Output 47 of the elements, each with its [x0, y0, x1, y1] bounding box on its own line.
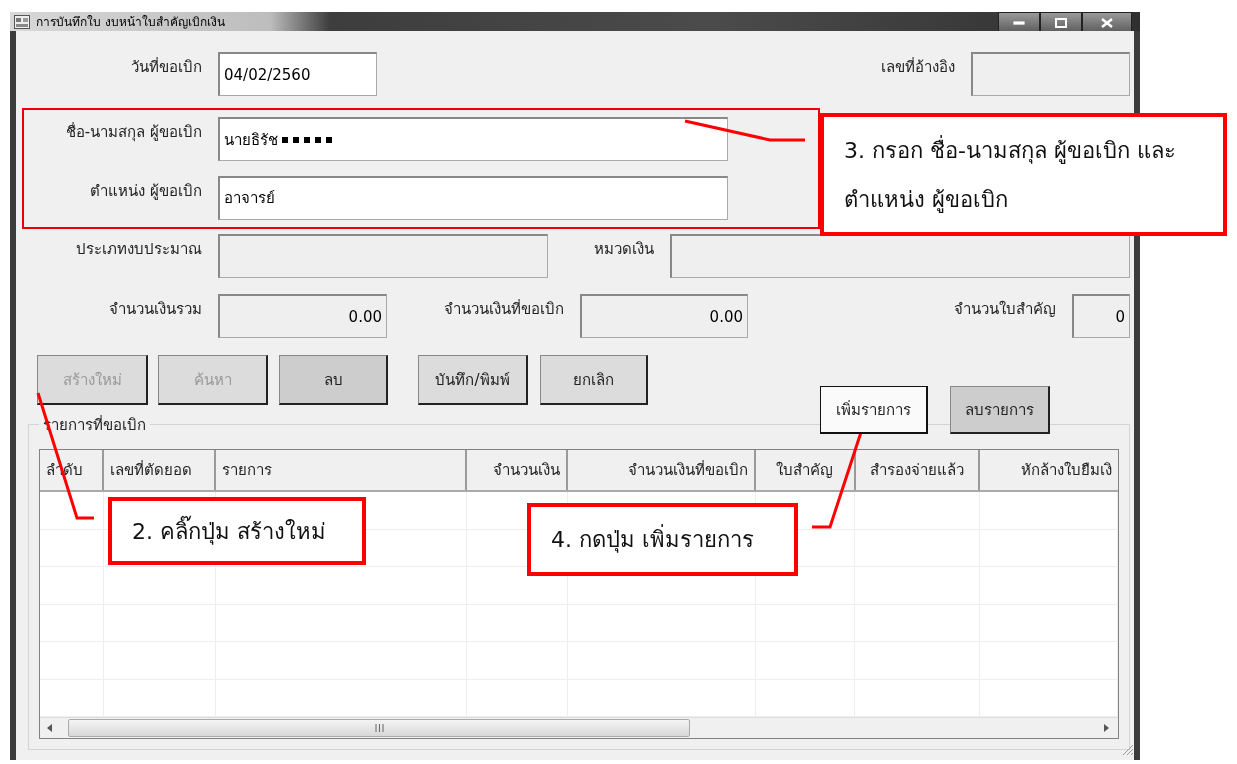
remove-item-button[interactable]: ลบรายการ [950, 386, 1050, 434]
field-label: วันที่ขอเบิก [130, 56, 203, 78]
column-header[interactable]: ใบสำคัญ [755, 450, 856, 490]
close-button[interactable] [1082, 12, 1132, 34]
budget-type-field[interactable] [218, 234, 548, 278]
field-label: จำนวนใบสำคัญ [953, 299, 1057, 320]
column-header[interactable]: หักล้างใบยืมเงิ [980, 450, 1118, 490]
requested-amount-field[interactable]: 0.00 [580, 294, 748, 338]
fund-category-field[interactable] [670, 234, 1130, 278]
column-header[interactable]: เลขที่ตัดยอด [103, 450, 216, 490]
callout-text: 2. คลิ๊กปุ่ม สร้างใหม่ [132, 513, 342, 549]
scroll-left-icon[interactable] [46, 723, 54, 733]
delete-button[interactable]: ลบ [279, 355, 388, 405]
resize-grip-icon[interactable] [1122, 744, 1134, 756]
field-label: หมวดเงิน [593, 239, 655, 260]
field-label: ประเภทงบประมาณ [75, 239, 203, 260]
maximize-icon [1055, 18, 1067, 28]
total-amount-field[interactable]: 0.00 [218, 294, 387, 338]
scroll-right-icon[interactable] [1102, 723, 1110, 733]
callout-text: 3. กรอก ชื่อ-นามสกุล ผู้ขอเบิก และ [844, 134, 1177, 166]
save-print-button[interactable]: บันทึก/พิมพ์ [418, 355, 528, 405]
name-field[interactable]: นายธิรัช [218, 117, 728, 162]
column-header[interactable]: จำนวนเงิน [467, 450, 569, 490]
window-title: การบันทึกใบ งบหน้าใบสำคัญเบิกเงิน [36, 14, 225, 31]
redaction-marks [282, 136, 332, 143]
app-icon [14, 14, 30, 29]
column-header[interactable]: จำนวนเงินที่ขอเบิก [568, 450, 756, 490]
minimize-button[interactable] [998, 12, 1040, 34]
callout-text: ตำแหน่ง ผู้ขอเบิก [844, 185, 1009, 215]
minimize-icon [1013, 21, 1025, 25]
position-field[interactable]: อาจารย์ [218, 175, 728, 220]
voucher-count-field[interactable]: 0 [1072, 294, 1130, 338]
field-label: จำนวนเงินรวม [108, 299, 203, 320]
date-field[interactable]: 04/02/2560 [218, 52, 377, 96]
field-label: จำนวนเงินที่ขอเบิก [443, 298, 565, 320]
column-header[interactable]: รายการ [215, 450, 468, 490]
maximize-button[interactable] [1040, 12, 1082, 34]
reference-field[interactable] [971, 52, 1130, 96]
field-label: เลขที่อ้างอิง [880, 56, 956, 78]
field-label: ตำแหน่ง ผู้ขอเบิก [89, 180, 203, 202]
close-icon [1101, 18, 1113, 28]
cancel-button[interactable]: ยกเลิก [540, 355, 648, 405]
grip-lines-icon [374, 724, 384, 732]
add-item-button[interactable]: เพิ่มรายการ [820, 386, 928, 434]
field-label: ชื่อ-นามสกุล ผู้ขอเบิก [64, 121, 203, 144]
column-header[interactable]: สำรองจ่ายแล้ว [855, 450, 981, 490]
callout-text: 4. กดปุ่ม เพิ่มรายการ [551, 522, 774, 557]
